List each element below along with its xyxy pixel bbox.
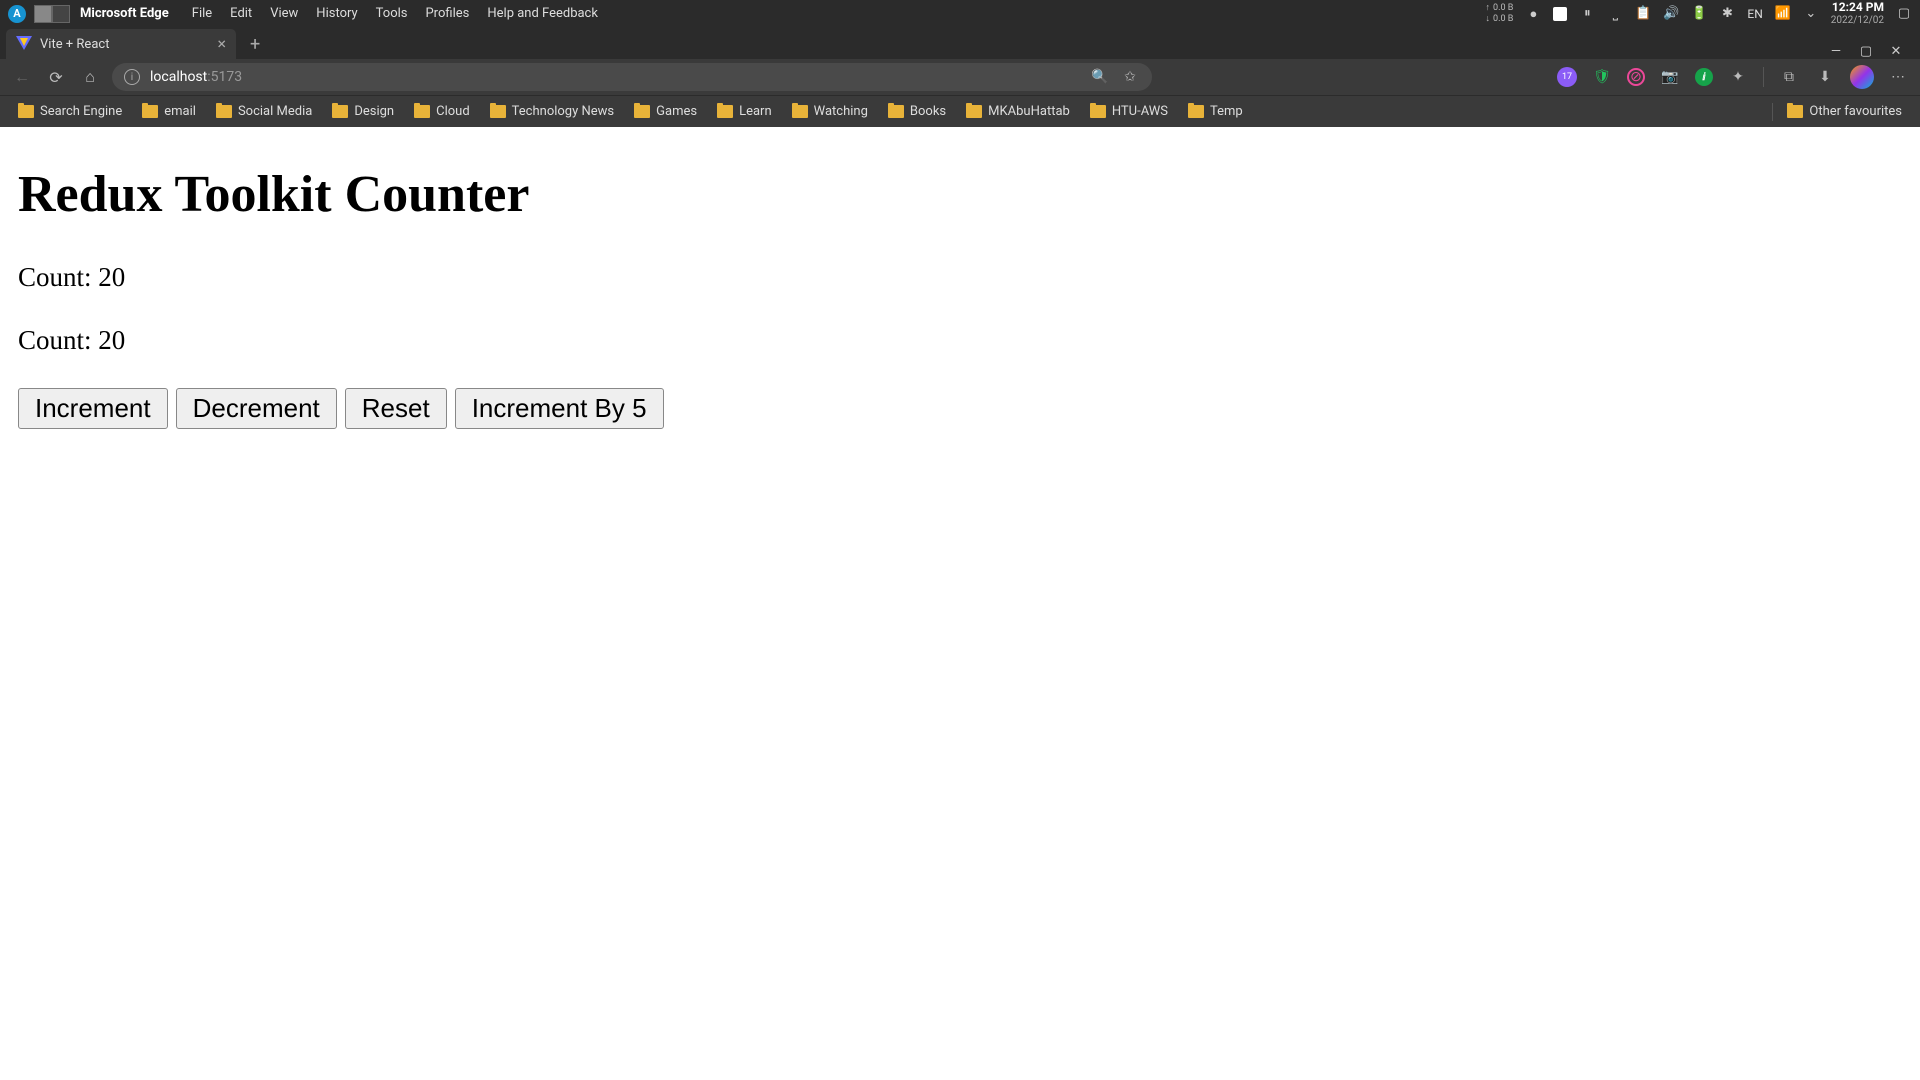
reset-button[interactable]: Reset xyxy=(345,388,447,429)
battery-icon[interactable]: 🔋 xyxy=(1691,6,1707,22)
divider xyxy=(1763,67,1764,87)
count-display-1: Count: 20 xyxy=(18,262,1902,293)
extension-badge-icon[interactable]: 17 xyxy=(1557,67,1577,87)
bluetooth-icon[interactable]: ✱ xyxy=(1719,6,1735,22)
home-button[interactable]: ⌂ xyxy=(78,65,102,89)
pause-icon[interactable]: ⏸ xyxy=(1579,6,1595,22)
menu-help[interactable]: Help and Feedback xyxy=(478,6,607,21)
menu-tools[interactable]: Tools xyxy=(367,6,417,21)
page-content: Redux Toolkit Counter Count: 20 Count: 2… xyxy=(0,127,1920,449)
bookmark-learn[interactable]: Learn xyxy=(709,100,780,123)
zoom-icon[interactable]: 🔍 xyxy=(1090,67,1110,87)
network-stats: ↑0.0 B ↓0.0 B xyxy=(1486,4,1514,24)
folder-icon xyxy=(966,105,982,118)
volume-icon[interactable]: 🔊 xyxy=(1663,6,1679,22)
folder-icon xyxy=(490,105,506,118)
browser-tab[interactable]: Vite + React × xyxy=(6,29,236,59)
folder-icon xyxy=(717,105,733,118)
new-tab-button[interactable]: + xyxy=(240,29,270,59)
bookmark-design[interactable]: Design xyxy=(324,100,402,123)
favorite-icon[interactable]: ✩ xyxy=(1120,67,1140,87)
folder-icon xyxy=(332,105,348,118)
folder-icon xyxy=(888,105,904,118)
clock-time: 12:24 PM xyxy=(1831,1,1884,14)
address-bar: ← ⟳ ⌂ i localhost:5173 🔍 ✩ 17 🛡 ⊘ 📷 ⅈ ✦ … xyxy=(0,59,1920,95)
bookmark-mkabuhattab[interactable]: MKAbuHattab xyxy=(958,100,1078,123)
clock[interactable]: 12:24 PM 2022/12/02 xyxy=(1831,1,1884,25)
count-display-2: Count: 20 xyxy=(18,325,1902,356)
menu-edit[interactable]: Edit xyxy=(221,6,261,21)
bookmark-email[interactable]: email xyxy=(134,100,204,123)
tab-close-button[interactable]: × xyxy=(217,36,226,52)
bookmark-books[interactable]: Books xyxy=(880,100,954,123)
folder-icon xyxy=(414,105,430,118)
url-field[interactable]: i localhost:5173 🔍 ✩ xyxy=(112,63,1152,91)
wifi-icon[interactable]: 📶 xyxy=(1775,6,1791,22)
back-button[interactable]: ← xyxy=(10,65,34,89)
clipboard-icon[interactable]: 📋 xyxy=(1635,6,1651,22)
extensions-icon[interactable]: ✦ xyxy=(1727,66,1749,88)
tray-app-icon[interactable] xyxy=(1553,7,1567,21)
folder-icon xyxy=(1188,105,1204,118)
menu-profiles[interactable]: Profiles xyxy=(416,6,478,21)
folder-icon xyxy=(1787,105,1803,118)
minimize-button[interactable]: — xyxy=(1828,43,1844,59)
url-host: localhost xyxy=(150,69,207,85)
vite-favicon-icon xyxy=(16,36,32,52)
clock-date: 2022/12/02 xyxy=(1831,15,1884,26)
language-indicator[interactable]: EN xyxy=(1747,7,1762,21)
button-row: Increment Decrement Reset Increment By 5 xyxy=(18,388,1902,429)
screen-icon[interactable]: ▢ xyxy=(1896,6,1912,22)
increment-by-5-button[interactable]: Increment By 5 xyxy=(455,388,664,429)
other-favourites[interactable]: Other favourites xyxy=(1779,100,1910,123)
decrement-button[interactable]: Decrement xyxy=(176,388,337,429)
folder-icon xyxy=(792,105,808,118)
record-icon[interactable]: ● xyxy=(1525,6,1541,22)
url-port: :5173 xyxy=(207,69,242,85)
close-window-button[interactable]: ✕ xyxy=(1888,43,1904,59)
arch-logo-icon[interactable]: A xyxy=(8,5,26,23)
bookmark-social-media[interactable]: Social Media xyxy=(208,100,320,123)
password-manager-icon[interactable]: ⅈ xyxy=(1695,68,1713,86)
workspace-switcher[interactable] xyxy=(34,5,70,23)
menu-history[interactable]: History xyxy=(307,6,366,21)
page-heading: Redux Toolkit Counter xyxy=(18,165,1902,224)
terminal-icon[interactable]: ⎵ xyxy=(1607,6,1623,22)
chevron-down-icon[interactable]: ⌄ xyxy=(1803,6,1819,22)
bookmark-tech-news[interactable]: Technology News xyxy=(482,100,622,123)
bookmark-watching[interactable]: Watching xyxy=(784,100,876,123)
folder-icon xyxy=(634,105,650,118)
bookmark-search-engine[interactable]: Search Engine xyxy=(10,100,130,123)
folder-icon xyxy=(216,105,232,118)
reload-button[interactable]: ⟳ xyxy=(44,65,68,89)
downloads-icon[interactable]: ⬇ xyxy=(1814,66,1836,88)
bookmark-temp[interactable]: Temp xyxy=(1180,100,1251,123)
more-menu-button[interactable]: ⋯ xyxy=(1888,66,1910,88)
tab-title: Vite + React xyxy=(40,37,209,52)
bookmark-htu-aws[interactable]: HTU-AWS xyxy=(1082,100,1176,123)
system-menubar: A Microsoft Edge File Edit View History … xyxy=(0,0,1920,27)
increment-button[interactable]: Increment xyxy=(18,388,168,429)
bookmark-cloud[interactable]: Cloud xyxy=(406,100,478,123)
maximize-button[interactable]: ▢ xyxy=(1858,43,1874,59)
site-info-icon[interactable]: i xyxy=(124,69,140,85)
tab-bar: Vite + React × + — ▢ ✕ xyxy=(0,27,1920,59)
folder-icon xyxy=(18,105,34,118)
shield-icon[interactable]: 🛡 xyxy=(1591,66,1613,88)
active-app-name: Microsoft Edge xyxy=(80,6,169,21)
bookmarks-bar: Search Engine email Social Media Design … xyxy=(0,95,1920,127)
profile-avatar[interactable] xyxy=(1850,65,1874,89)
collections-icon[interactable]: ⧉ xyxy=(1778,66,1800,88)
folder-icon xyxy=(1090,105,1106,118)
divider xyxy=(1772,103,1773,121)
menu-file[interactable]: File xyxy=(183,6,221,21)
camera-icon[interactable]: 📷 xyxy=(1659,66,1681,88)
menu-view[interactable]: View xyxy=(261,6,307,21)
folder-icon xyxy=(142,105,158,118)
blocker-icon[interactable]: ⊘ xyxy=(1627,68,1645,86)
bookmark-games[interactable]: Games xyxy=(626,100,705,123)
